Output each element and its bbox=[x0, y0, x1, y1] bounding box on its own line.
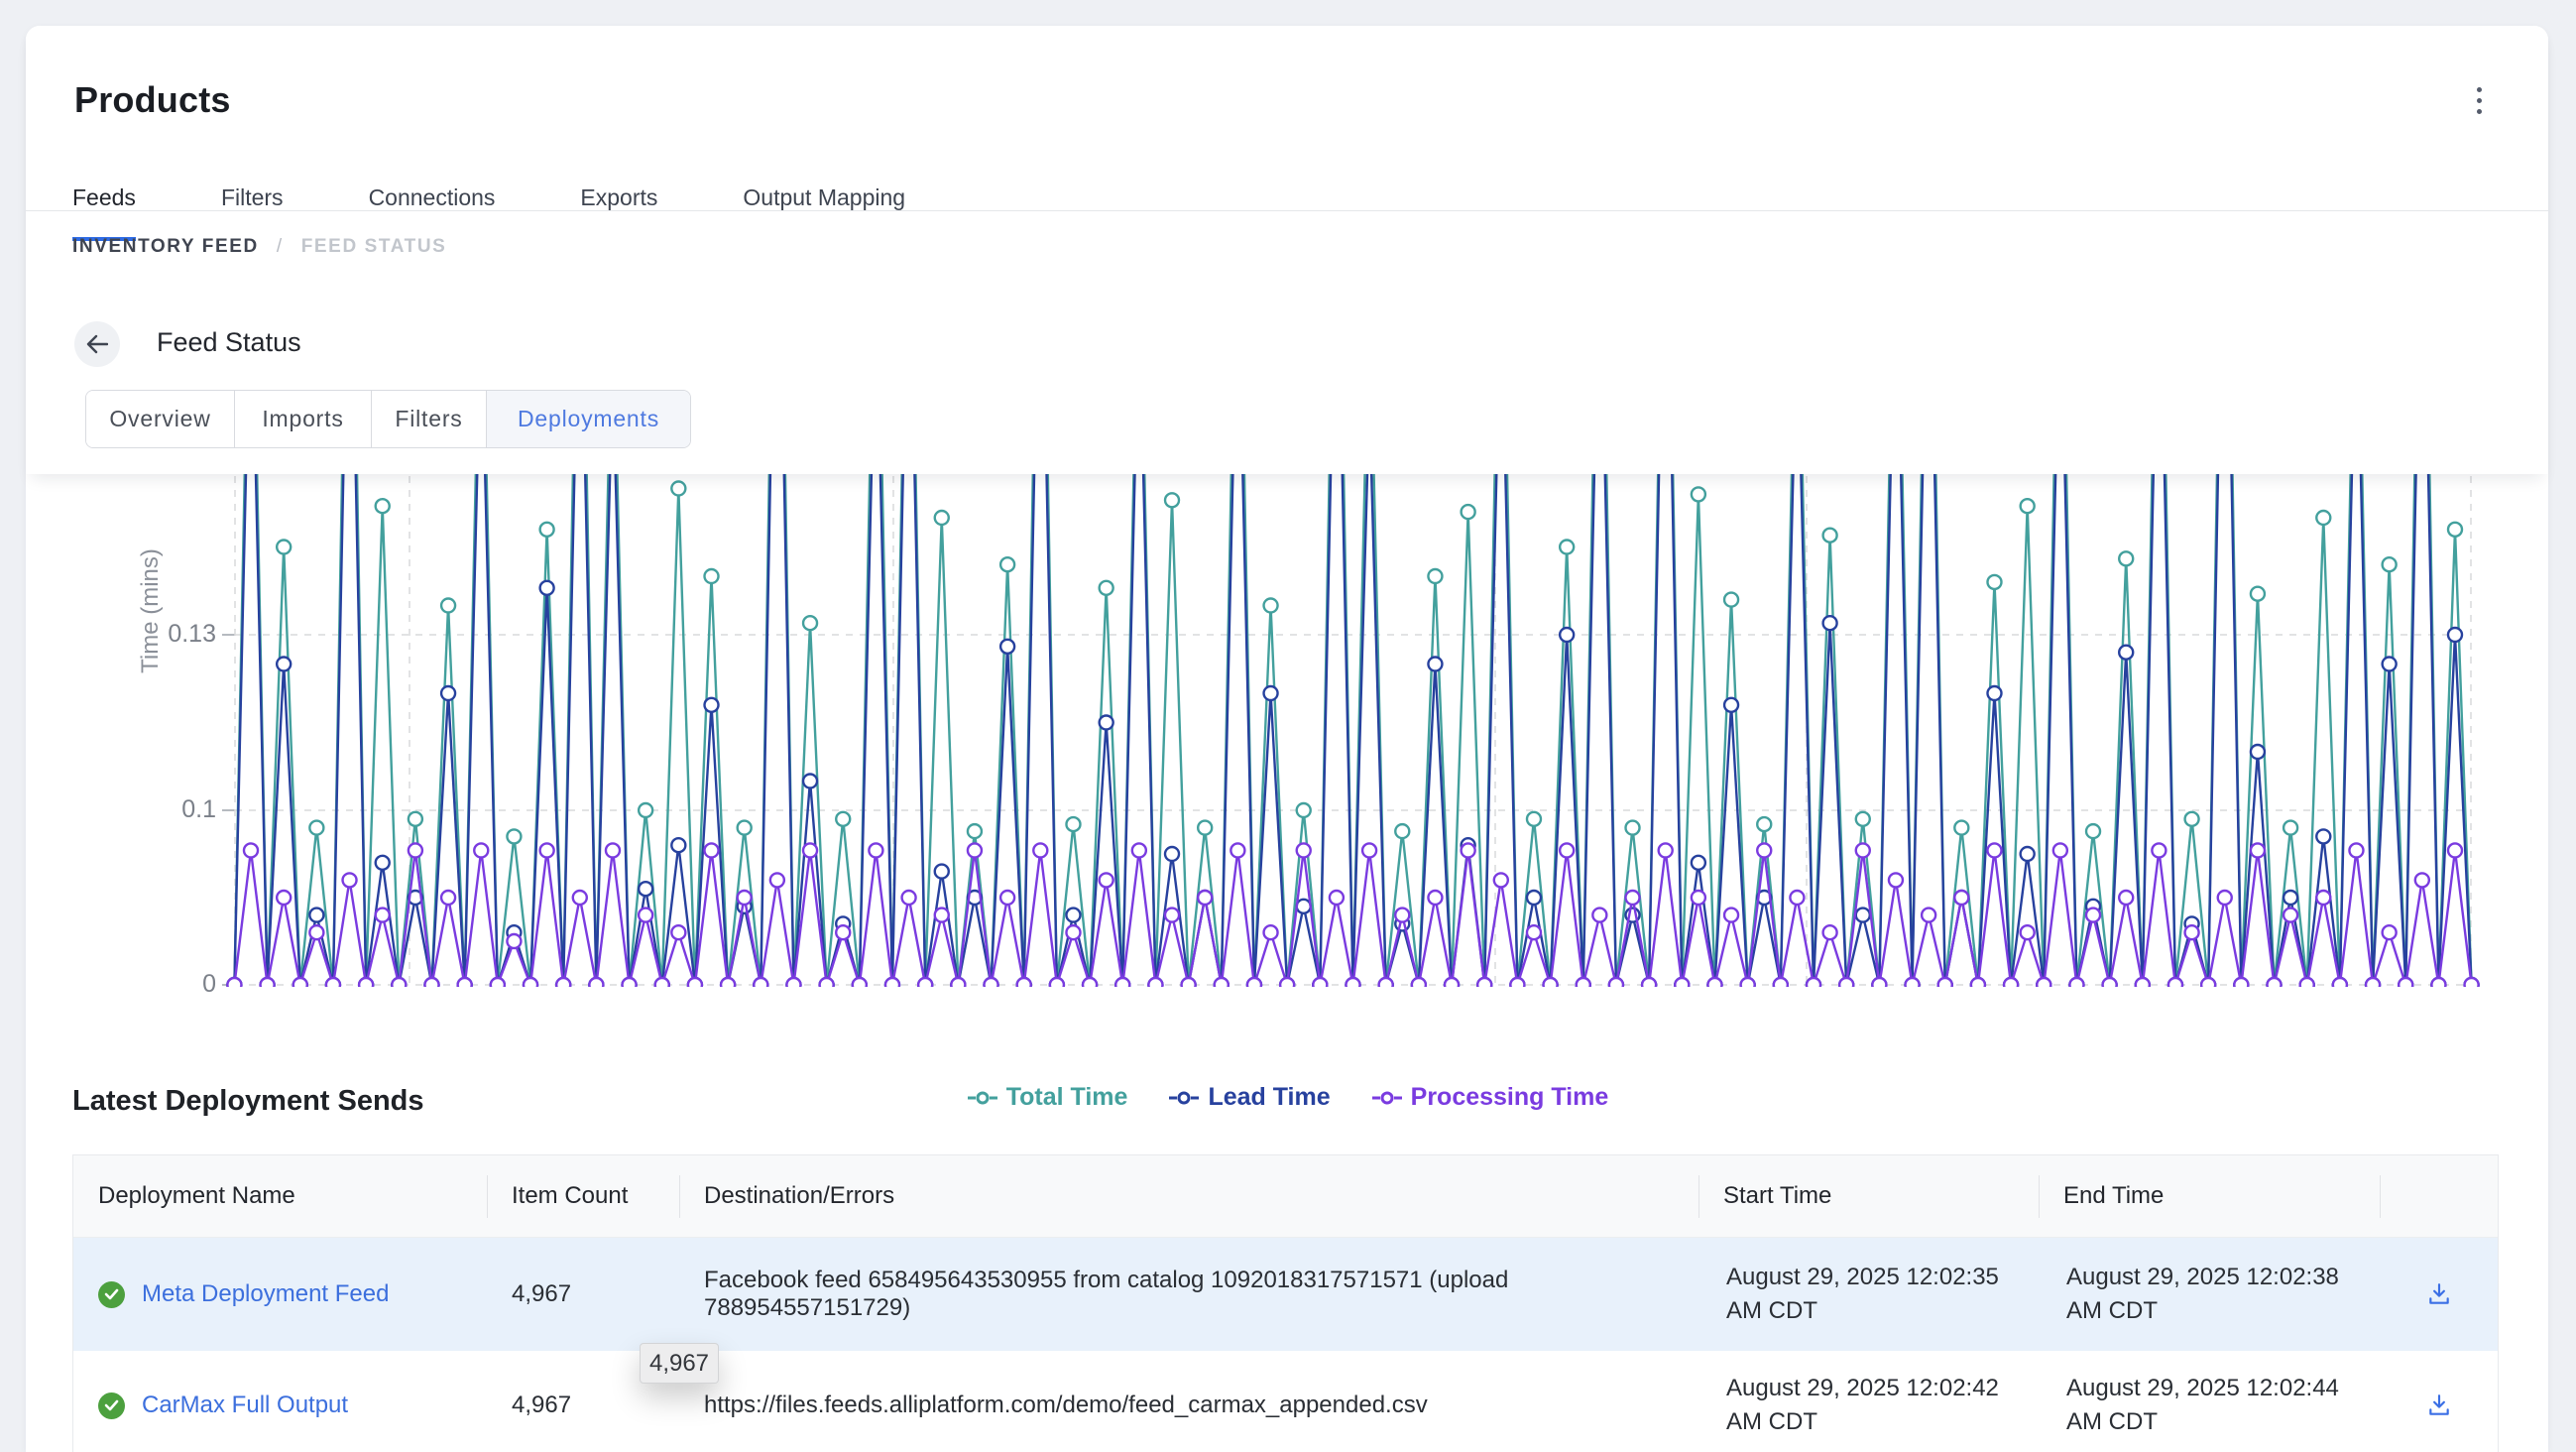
start-time-cell: August 29, 2025 12:02:42 AM CDT bbox=[1698, 1351, 2039, 1452]
legend-marker-total-time bbox=[968, 1091, 997, 1105]
sticky-header: Products Feeds Filters Connections Expor… bbox=[26, 26, 2548, 474]
legend-label: Processing Time bbox=[1411, 1083, 1609, 1112]
legend-marker-processing-time bbox=[1372, 1091, 1402, 1105]
page: Time (mins) 0.13 0.1 0 Total Time Lead T… bbox=[0, 0, 2576, 1452]
back-arrow-icon bbox=[86, 334, 108, 354]
deployment-name-cell: CarMax Full Output bbox=[73, 1351, 487, 1452]
col-header-start-time: Start Time bbox=[1698, 1155, 2039, 1237]
tab-output-mapping[interactable]: Output Mapping bbox=[743, 184, 905, 241]
tabs-divider bbox=[26, 210, 2548, 211]
col-header-destination-errors: Destination/Errors bbox=[679, 1155, 1698, 1237]
tab-exports[interactable]: Exports bbox=[580, 184, 657, 241]
breadcrumb: INVENTORY FEED / FEED STATUS bbox=[72, 236, 446, 258]
download-button[interactable] bbox=[2380, 1238, 2498, 1351]
destination-cell: https://files.feeds.alliplatform.com/dem… bbox=[679, 1351, 1698, 1452]
table-row[interactable]: CarMax Full Output 4,967 https://files.f… bbox=[73, 1351, 2498, 1452]
end-time-line2: AM CDT bbox=[2066, 1294, 2158, 1328]
kebab-menu-icon[interactable] bbox=[2465, 75, 2493, 125]
subtab-filters[interactable]: Filters bbox=[372, 391, 487, 447]
end-time-line1: August 29, 2025 12:02:38 bbox=[2066, 1261, 2339, 1294]
legend-item-total-time[interactable]: Total Time bbox=[968, 1083, 1128, 1112]
destination-cell: Facebook feed 658495643530955 from catal… bbox=[679, 1238, 1698, 1351]
breadcrumb-feed-status: FEED STATUS bbox=[301, 236, 447, 258]
legend-item-processing-time[interactable]: Processing Time bbox=[1372, 1083, 1609, 1112]
download-icon bbox=[2426, 1392, 2452, 1418]
page-title: Products bbox=[74, 79, 231, 121]
start-time-line1: August 29, 2025 12:02:42 bbox=[1726, 1372, 1999, 1405]
end-time-line1: August 29, 2025 12:02:44 bbox=[2066, 1372, 2339, 1405]
deployment-link[interactable]: CarMax Full Output bbox=[142, 1392, 348, 1419]
item-count-cell: 4,967 bbox=[487, 1238, 679, 1351]
legend-item-lead-time[interactable]: Lead Time bbox=[1169, 1083, 1330, 1112]
end-time-cell: August 29, 2025 12:02:44 AM CDT bbox=[2039, 1351, 2380, 1452]
deployment-times-chart[interactable] bbox=[0, 474, 2576, 987]
download-button[interactable] bbox=[2380, 1351, 2498, 1452]
legend-label: Total Time bbox=[1006, 1083, 1128, 1112]
tab-filters[interactable]: Filters bbox=[221, 184, 284, 241]
success-check-icon bbox=[98, 1392, 125, 1419]
subtab-overview[interactable]: Overview bbox=[86, 391, 235, 447]
table-row[interactable]: Meta Deployment Feed 4,967 Facebook feed… bbox=[73, 1238, 2498, 1351]
start-time-line2: AM CDT bbox=[1726, 1405, 1817, 1439]
col-header-end-time: End Time bbox=[2039, 1155, 2380, 1237]
col-header-item-count: Item Count bbox=[487, 1155, 679, 1237]
end-time-cell: August 29, 2025 12:02:38 AM CDT bbox=[2039, 1238, 2380, 1351]
col-header-deployment-name: Deployment Name bbox=[73, 1155, 487, 1237]
breadcrumb-separator: / bbox=[277, 236, 284, 258]
feed-status-subtabs: Overview Imports Filters Deployments bbox=[85, 390, 691, 448]
download-icon bbox=[2426, 1281, 2452, 1307]
start-time-cell: August 29, 2025 12:02:35 AM CDT bbox=[1698, 1238, 2039, 1351]
feed-status-title: Feed Status bbox=[157, 327, 301, 358]
top-tabs: Feeds Filters Connections Exports Output… bbox=[72, 184, 905, 241]
subtab-deployments[interactable]: Deployments bbox=[487, 391, 690, 447]
tab-feeds[interactable]: Feeds bbox=[72, 184, 136, 241]
deployment-name-cell: Meta Deployment Feed bbox=[73, 1238, 487, 1351]
subtab-imports[interactable]: Imports bbox=[235, 391, 372, 447]
start-time-line1: August 29, 2025 12:02:35 bbox=[1726, 1261, 1999, 1294]
item-count-tooltip: 4,967 bbox=[640, 1343, 719, 1384]
section-title: Latest Deployment Sends bbox=[72, 1085, 424, 1118]
tab-connections[interactable]: Connections bbox=[369, 184, 496, 241]
breadcrumb-inventory-feed[interactable]: INVENTORY FEED bbox=[72, 236, 259, 258]
col-header-actions bbox=[2380, 1155, 2498, 1237]
deployment-sends-table: Deployment Name Item Count Destination/E… bbox=[72, 1154, 2499, 1452]
legend-marker-lead-time bbox=[1169, 1091, 1199, 1105]
end-time-line2: AM CDT bbox=[2066, 1405, 2158, 1439]
back-button[interactable] bbox=[74, 321, 120, 367]
success-check-icon bbox=[98, 1281, 125, 1308]
table-header-row: Deployment Name Item Count Destination/E… bbox=[73, 1155, 2498, 1238]
deployment-link[interactable]: Meta Deployment Feed bbox=[142, 1280, 389, 1308]
legend-label: Lead Time bbox=[1208, 1083, 1330, 1112]
start-time-line2: AM CDT bbox=[1726, 1294, 1817, 1328]
